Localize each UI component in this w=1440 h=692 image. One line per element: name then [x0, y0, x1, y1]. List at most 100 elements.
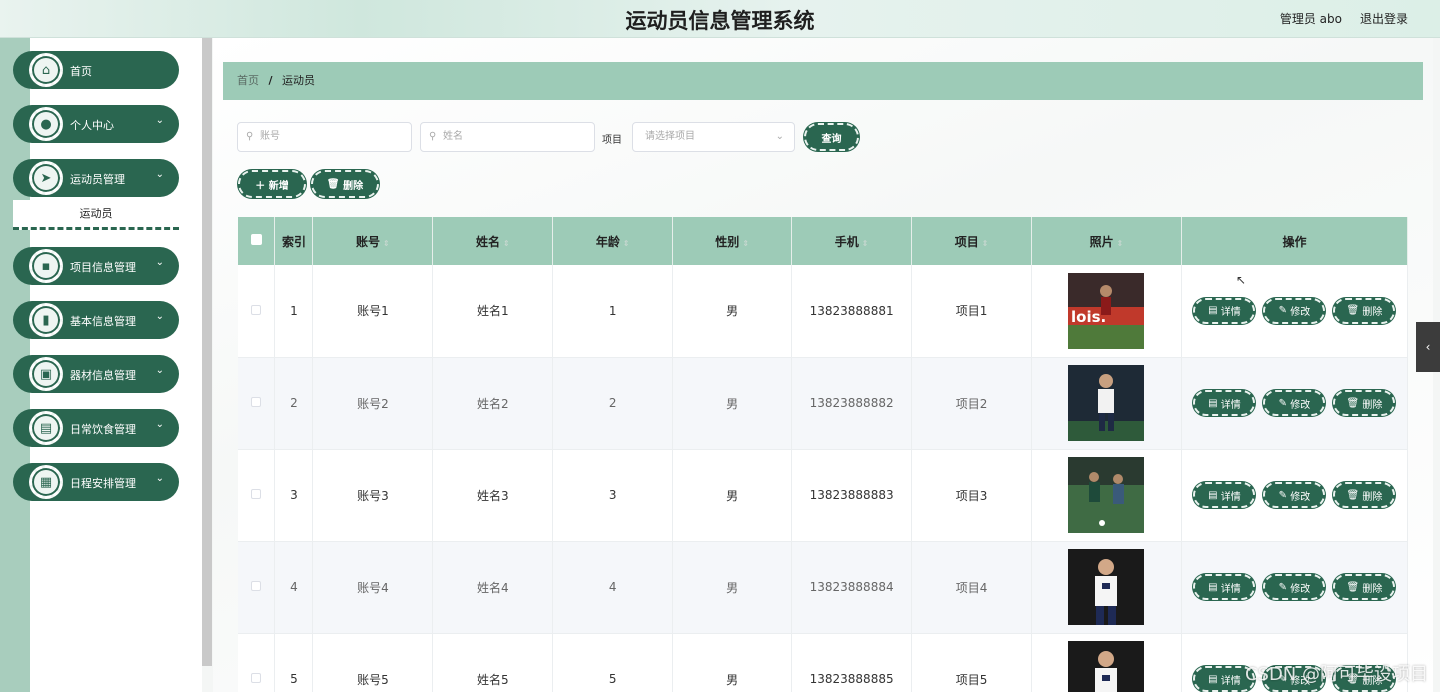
table-row: 2 账号2 姓名2 2 男 13823888882 项目2 ▤ 详情 ✎ 修改 … [238, 357, 1409, 450]
sort-icon[interactable]: ⇕ [982, 239, 989, 248]
sort-icon[interactable]: ⇕ [862, 239, 869, 248]
cell-phone: 13823888882 [791, 357, 913, 450]
home-icon: ⌂ [29, 53, 63, 87]
project-select[interactable]: 请选择项目 ⌄ [632, 122, 795, 152]
athlete-photo[interactable] [1068, 457, 1145, 533]
batch-delete-button[interactable]: 🗑 删除 [311, 170, 379, 198]
main-content: 首页 / 运动员 ⚲ 账号 ⚲ 姓名 项目 请选择项目 ⌄ 查询 ＋ 新增 🗑 … [213, 38, 1433, 692]
edit-button[interactable]: ✎ 修改 [1263, 297, 1326, 324]
sort-icon[interactable]: ⇕ [1117, 239, 1124, 248]
trash-icon: 🗑 [1346, 305, 1360, 317]
detail-button[interactable]: ▤ 详情 [1193, 574, 1256, 600]
cell-age: 1 [552, 265, 674, 358]
sort-icon[interactable]: ⇕ [383, 239, 390, 248]
row-checkbox[interactable] [251, 304, 262, 315]
row-checkbox[interactable] [251, 489, 262, 499]
current-user: 管理员 abo [1279, 12, 1342, 26]
sidebar-item-basic-info[interactable]: ▮ 基本信息管理 ⌄ [13, 301, 179, 339]
document-icon: ▤ [1208, 397, 1218, 409]
sidebar-item-label: 项目信息管理 [70, 261, 136, 274]
project-label: 项目 [602, 135, 622, 146]
sidebar-item-label: 器材信息管理 [70, 369, 136, 382]
col-project[interactable]: 项目 ⇕ [911, 217, 1033, 265]
cell-gender: 男 [672, 633, 793, 692]
detail-button[interactable]: ▤ 详情 [1193, 297, 1256, 324]
add-button[interactable]: ＋ 新增 [238, 170, 306, 198]
sidebar-item-label: 基本信息管理 [70, 315, 136, 328]
sort-icon[interactable]: ⇕ [742, 239, 749, 248]
account-search-input[interactable]: ⚲ 账号 [237, 122, 412, 152]
sidebar-item-profile[interactable]: ● 个人中心 ⌄ [13, 105, 179, 143]
cell-photo [1031, 633, 1182, 692]
cell-phone: 13823888884 [791, 541, 913, 634]
pencil-icon: ✎ [1278, 581, 1288, 593]
grid-icon: ▦ [29, 465, 63, 499]
col-phone[interactable]: 手机 ⇕ [791, 217, 913, 265]
col-label: 年龄 [595, 234, 620, 249]
collapse-panel-tab[interactable]: ‹ [1416, 322, 1440, 372]
sidebar-item-home[interactable]: ⌂ 首页 [13, 51, 179, 89]
breadcrumb: 首页 / 运动员 [223, 62, 1423, 100]
project-placeholder: 请选择项目 [645, 131, 695, 142]
select-all-checkbox[interactable] [238, 217, 276, 265]
submenu-item-athlete[interactable]: 运动员 [13, 200, 179, 230]
query-button[interactable]: 查询 [804, 123, 859, 151]
cell-index: 4 [274, 541, 314, 634]
sort-icon[interactable]: ⇕ [623, 239, 630, 248]
cell-index: 3 [274, 449, 314, 542]
sidebar-item-diet[interactable]: ▤ 日常饮食管理 ⌄ [13, 409, 179, 447]
delete-button[interactable]: 🗑 删除 [1333, 297, 1396, 324]
col-name[interactable]: 姓名 ⇕ [432, 217, 554, 265]
col-age[interactable]: 年龄 ⇕ [552, 217, 674, 265]
chevron-down-icon: ⌄ [155, 115, 164, 126]
row-checkbox-cell [238, 541, 276, 634]
sidebar-item-equipment[interactable]: ▣ 器材信息管理 ⌄ [13, 355, 179, 393]
col-photo[interactable]: 照片 ⇕ [1031, 217, 1182, 265]
sort-icon[interactable]: ⇕ [503, 239, 510, 248]
sidebar-scrollbar[interactable] [202, 38, 212, 666]
cell-index: 1 [274, 265, 314, 358]
cell-index: 2 [274, 357, 314, 450]
delete-button[interactable]: 🗑 删除 [1333, 390, 1396, 416]
delete-label: 删除 [1362, 491, 1383, 503]
row-checkbox[interactable] [251, 581, 262, 591]
sidebar-item-projects[interactable]: ▪ 项目信息管理 ⌄ [13, 247, 179, 285]
breadcrumb-home[interactable]: 首页 [237, 74, 259, 87]
sidebar-item-label: 个人中心 [70, 119, 114, 132]
logout-link[interactable]: 退出登录 [1360, 10, 1408, 27]
document-icon: ▤ [1208, 305, 1218, 317]
detail-button[interactable]: ▤ 详情 [1193, 482, 1256, 508]
detail-button[interactable]: ▤ 详情 [1193, 390, 1256, 416]
delete-label: 删除 [1362, 399, 1383, 411]
cell-gender: 男 [672, 541, 793, 634]
delete-button[interactable]: 🗑 删除 [1333, 482, 1396, 508]
checkbox[interactable] [250, 234, 262, 245]
athlete-photo[interactable] [1068, 641, 1145, 692]
col-account[interactable]: 账号 ⇕ [312, 217, 434, 265]
row-checkbox[interactable] [251, 673, 262, 683]
cell-age: 3 [552, 449, 674, 542]
detail-label: 详情 [1220, 307, 1241, 319]
search-icon: ⚲ [429, 131, 437, 142]
athlete-photo[interactable] [1068, 549, 1145, 625]
plus-icon: ＋ [255, 180, 266, 192]
sidebar-item-schedule[interactable]: ▦ 日程安排管理 ⌄ [13, 463, 179, 501]
search-icon: ⚲ [246, 131, 254, 142]
table-row: 3 账号3 姓名3 3 男 13823888883 项目3 ▤ 详情 ✎ 修改 … [238, 449, 1409, 542]
edit-label: 修改 [1290, 491, 1311, 503]
sidebar-item-athletes[interactable]: ➤ 运动员管理 ⌄ [13, 159, 179, 197]
add-label: 新增 [268, 180, 289, 192]
edit-button[interactable]: ✎ 修改 [1263, 390, 1326, 416]
athlete-photo[interactable]: lois. [1068, 272, 1145, 349]
edit-button[interactable]: ✎ 修改 [1263, 574, 1326, 600]
delete-button[interactable]: 🗑 删除 [1333, 574, 1396, 600]
col-gender[interactable]: 性别 ⇕ [672, 217, 793, 265]
edit-button[interactable]: ✎ 修改 [1263, 482, 1326, 508]
name-search-input[interactable]: ⚲ 姓名 [420, 122, 595, 152]
cell-account: 账号1 [312, 265, 434, 358]
row-checkbox[interactable] [251, 397, 262, 407]
row-checkbox-cell [238, 633, 276, 692]
cell-age: 2 [552, 357, 674, 450]
cell-name: 姓名3 [432, 449, 554, 542]
athlete-photo[interactable] [1068, 365, 1145, 441]
